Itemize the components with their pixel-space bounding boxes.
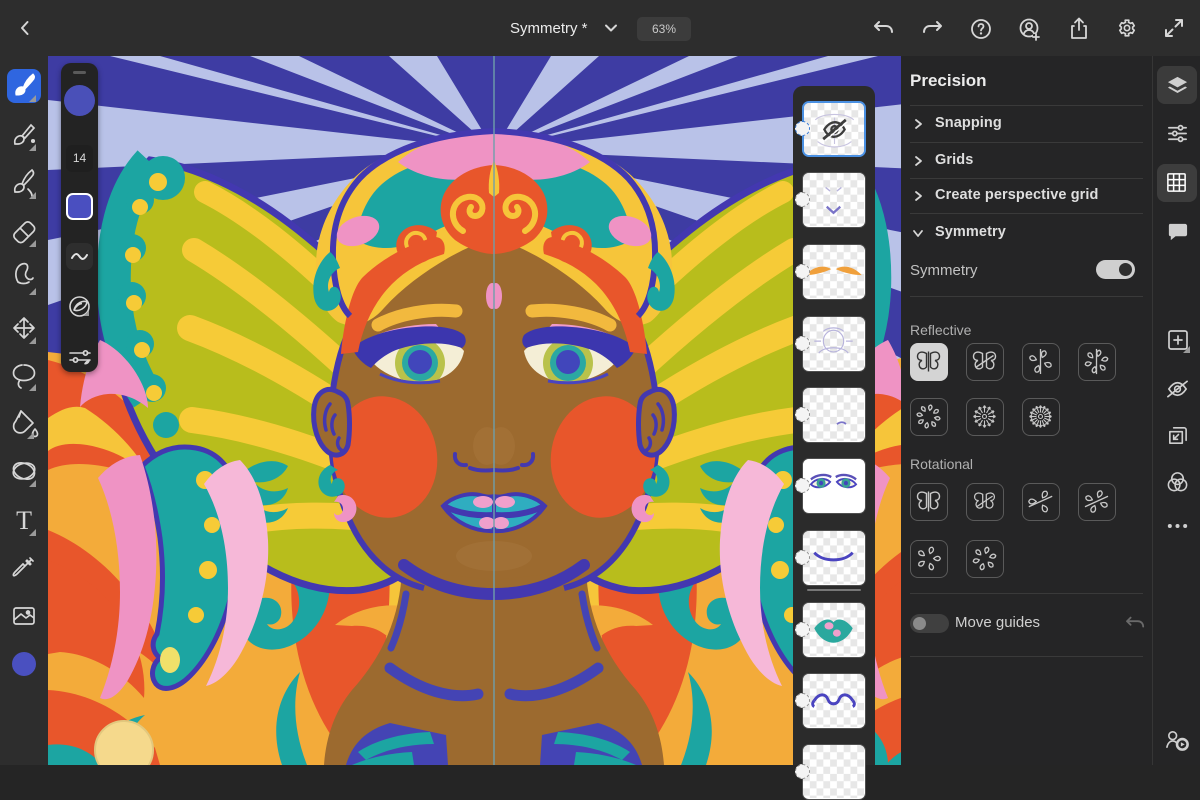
svg-text:T: T bbox=[16, 506, 32, 535]
